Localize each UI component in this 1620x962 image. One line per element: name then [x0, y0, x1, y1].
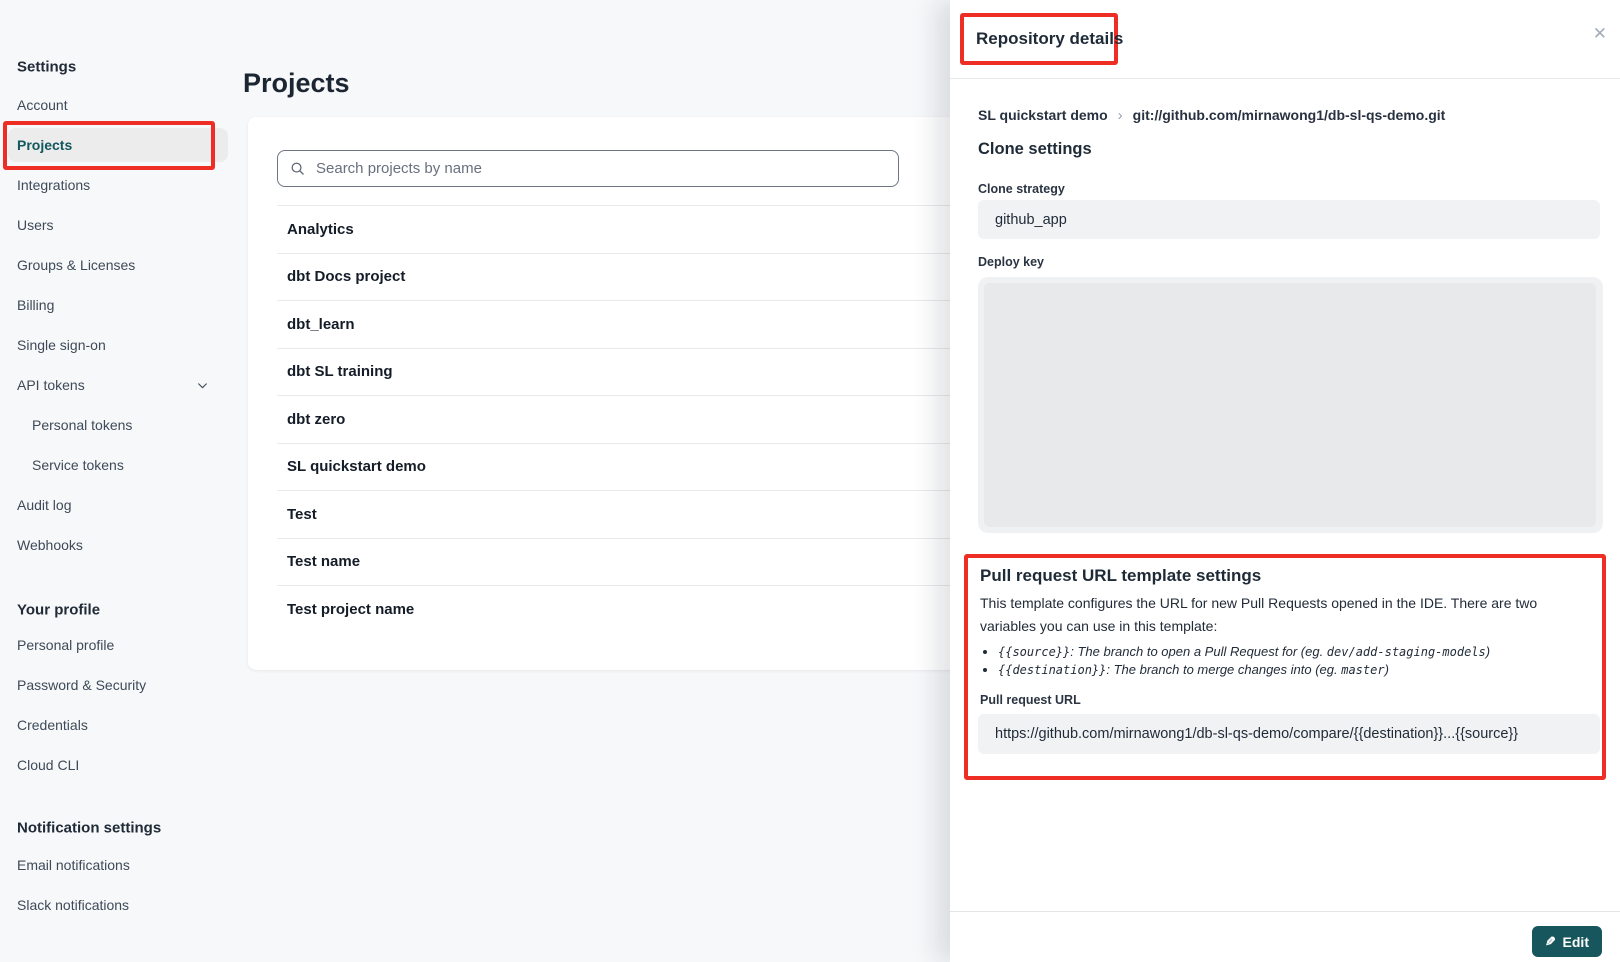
sidebar-item-webhooks[interactable]: Webhooks [17, 537, 83, 553]
panel-footer: ✎ Edit [950, 911, 1620, 962]
panel-title: Repository details [976, 29, 1123, 49]
deploy-key-box [978, 277, 1603, 533]
sidebar-item-personal-tokens[interactable]: Personal tokens [32, 417, 132, 433]
close-icon[interactable]: ✕ [1591, 23, 1609, 44]
deploy-key-redacted-value [984, 283, 1596, 527]
repository-details-panel: Repository details ✕ SL quickstart demo … [950, 0, 1620, 962]
clone-settings-heading: Clone settings [978, 140, 1092, 159]
breadcrumb-project-name[interactable]: SL quickstart demo [978, 107, 1108, 123]
breadcrumb-repo-url: git://github.com/mirnawong1/db-sl-qs-dem… [1133, 107, 1446, 123]
search-icon [290, 161, 305, 176]
pull-request-settings-heading: Pull request URL template settings [980, 566, 1602, 586]
clone-strategy-value: github_app [978, 200, 1600, 239]
sidebar-item-integrations[interactable]: Integrations [17, 177, 90, 193]
clone-strategy-label: Clone strategy [978, 182, 1065, 196]
search-box [277, 150, 899, 187]
page-title: Projects [243, 68, 350, 99]
pull-request-url-label: Pull request URL [980, 693, 1602, 707]
sidebar-item-cloud-cli[interactable]: Cloud CLI [17, 757, 79, 773]
sidebar-item-password-security[interactable]: Password & Security [17, 677, 146, 693]
pencil-icon: ✎ [1545, 934, 1556, 950]
sidebar-item-users[interactable]: Users [17, 217, 54, 233]
sidebar-heading-settings: Settings [17, 59, 76, 76]
sidebar-item-billing[interactable]: Billing [17, 297, 54, 313]
edit-button-label: Edit [1563, 934, 1589, 950]
breadcrumb: SL quickstart demo › git://github.com/mi… [978, 104, 1445, 126]
chevron-right-icon: › [1118, 107, 1123, 124]
settings-sidebar: Settings Account Projects Integrations U… [0, 0, 240, 962]
sidebar-item-service-tokens[interactable]: Service tokens [32, 457, 124, 473]
panel-header: Repository details ✕ [950, 0, 1620, 79]
sidebar-item-projects[interactable]: Projects [17, 137, 72, 153]
annotation-box-repository-details: Repository details [960, 13, 1118, 65]
edit-button[interactable]: ✎ Edit [1532, 926, 1602, 957]
sidebar-heading-your-profile: Your profile [17, 602, 100, 619]
pull-request-settings-description: This template configures the URL for new… [980, 592, 1588, 638]
list-item-destination-variable: {{destination}}: The branch to merge cha… [998, 661, 1602, 679]
sidebar-item-slack-notifications[interactable]: Slack notifications [17, 897, 129, 913]
page: Settings Account Projects Integrations U… [0, 0, 1620, 962]
deploy-key-label: Deploy key [978, 255, 1044, 269]
sidebar-item-credentials[interactable]: Credentials [17, 717, 88, 733]
sidebar-heading-notification-settings: Notification settings [17, 820, 161, 837]
sidebar-item-single-sign-on[interactable]: Single sign-on [17, 337, 106, 353]
pull-request-url-value: https://github.com/mirnawong1/db-sl-qs-d… [978, 714, 1600, 754]
sidebar-item-account[interactable]: Account [17, 97, 68, 113]
annotation-box-pull-request-section: Pull request URL template settings This … [964, 554, 1606, 780]
sidebar-item-audit-log[interactable]: Audit log [17, 497, 71, 513]
chevron-down-icon[interactable] [196, 379, 209, 397]
list-item-source-variable: {{source}}: The branch to open a Pull Re… [998, 643, 1602, 661]
template-variables-list: {{source}}: The branch to open a Pull Re… [985, 643, 1602, 679]
sidebar-item-api-tokens[interactable]: API tokens [17, 377, 85, 393]
search-input[interactable] [314, 159, 886, 178]
sidebar-item-email-notifications[interactable]: Email notifications [17, 857, 130, 873]
sidebar-item-personal-profile[interactable]: Personal profile [17, 637, 114, 653]
sidebar-item-groups-licenses[interactable]: Groups & Licenses [17, 257, 135, 273]
